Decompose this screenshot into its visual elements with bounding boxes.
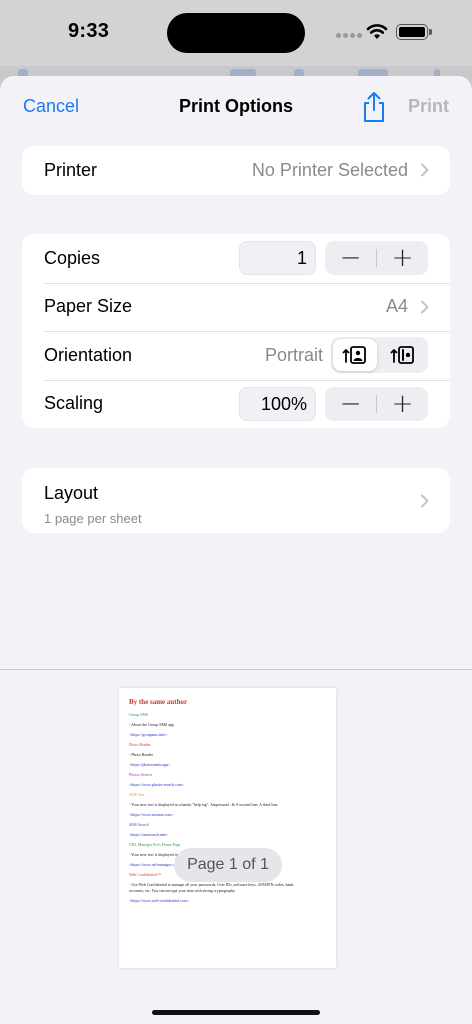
printer-label: Printer <box>44 159 98 180</box>
preview-entry-heading: SMS Search <box>129 822 149 827</box>
scaling-row: Scaling 100% − + <box>22 379 450 429</box>
preview-entry-link: <https://photoreader.app> <box>129 762 171 767</box>
preview-doc-title: By the same author <box>129 698 188 706</box>
preview-entry-link: <https://www.web-confidential.com> <box>129 898 190 903</box>
copies-stepper: − + <box>325 241 428 276</box>
printer-row[interactable]: Printer No Printer Selected <box>22 146 450 195</box>
preview-entry-text: - About the Group SMS app <box>129 722 174 727</box>
preview-entry-link: <https://www.photos-search.com> <box>129 782 185 787</box>
print-button[interactable]: Print <box>408 96 449 117</box>
chevron-right-icon <box>421 300 429 314</box>
orientation-value: Portrait <box>264 344 323 365</box>
status-bar: 9:33 <box>0 0 472 66</box>
printer-group: Printer No Printer Selected <box>22 146 450 195</box>
orientation-segmented-control <box>331 337 428 374</box>
orientation-row: Orientation Portrait <box>22 331 450 380</box>
orientation-label: Orientation <box>44 344 133 365</box>
landscape-orientation-button[interactable] <box>381 339 425 371</box>
copies-decrement-button[interactable]: − <box>325 241 376 275</box>
preview-entry-text: - Your new text is displayed in a handy … <box>129 802 279 807</box>
layout-label: Layout <box>44 483 99 503</box>
preview-entry-heading: Photo Reader <box>129 742 151 747</box>
copies-row: Copies 1 − + <box>22 234 450 283</box>
printer-value: No Printer Selected <box>251 159 408 180</box>
preview-entry-heading: URL Manager Pro's Home Page <box>129 842 181 847</box>
preview-entry-link: <https://groupsms.info> <box>129 732 168 737</box>
layout-row[interactable]: Layout 1 page per sheet <box>22 468 450 533</box>
preview-entry-link: <https://smssearch.info> <box>129 832 169 837</box>
preview-entry-link: <https://www.smsstar.com> <box>129 812 174 817</box>
scaling-decrement-button[interactable]: − <box>325 387 376 421</box>
copies-label: Copies <box>44 247 101 268</box>
layout-value: 1 page per sheet <box>44 511 142 526</box>
preview-entry-text: - Photo Reader <box>129 752 153 757</box>
battery-icon <box>396 24 432 40</box>
wifi-icon <box>366 24 388 39</box>
scaling-field[interactable]: 100% <box>239 386 316 421</box>
preview-entry-text: - Use Web Confidential to manage all you… <box>129 882 294 887</box>
dynamic-island <box>167 13 305 53</box>
page-preview[interactable]: By the same author Group SMS - About the … <box>119 688 336 968</box>
copies-increment-button[interactable]: + <box>377 241 428 275</box>
preview-entry-heading: Group SMS <box>129 712 149 717</box>
scaling-stepper: − + <box>325 386 428 421</box>
scaling-increment-button[interactable]: + <box>377 387 428 421</box>
paper-size-row[interactable]: Paper Size A4 <box>22 282 450 332</box>
paper-size-label: Paper Size <box>44 296 133 317</box>
paper-size-value: A4 <box>385 296 408 317</box>
page-title: Print Options <box>179 96 293 116</box>
status-time: 9:33 <box>68 20 110 42</box>
chevron-right-icon <box>421 494 429 507</box>
scaling-label: Scaling <box>44 393 104 414</box>
print-preview-area: By the same author Group SMS - About the … <box>0 670 472 1024</box>
cellular-signal-icon <box>336 33 362 38</box>
preview-entry-heading: Photos Search <box>129 772 152 777</box>
preview-entry-heading: SMS Star <box>129 792 145 797</box>
copies-field[interactable]: 1 <box>239 241 316 276</box>
landscape-orientation-icon <box>390 346 414 365</box>
preview-entry-text: accounts, etc. You can encrypt your data… <box>129 888 236 893</box>
chevron-right-icon <box>421 163 429 177</box>
settings-group: Copies 1 − + Paper Size A4 Orientation P… <box>22 234 450 428</box>
home-indicator <box>152 1010 320 1015</box>
portrait-orientation-icon <box>342 346 366 365</box>
share-icon[interactable] <box>360 90 388 124</box>
page-indicator: Page 1 of 1 <box>174 848 282 882</box>
portrait-orientation-button[interactable] <box>333 339 377 372</box>
nav-bar: Cancel Print Options Print <box>0 76 472 136</box>
